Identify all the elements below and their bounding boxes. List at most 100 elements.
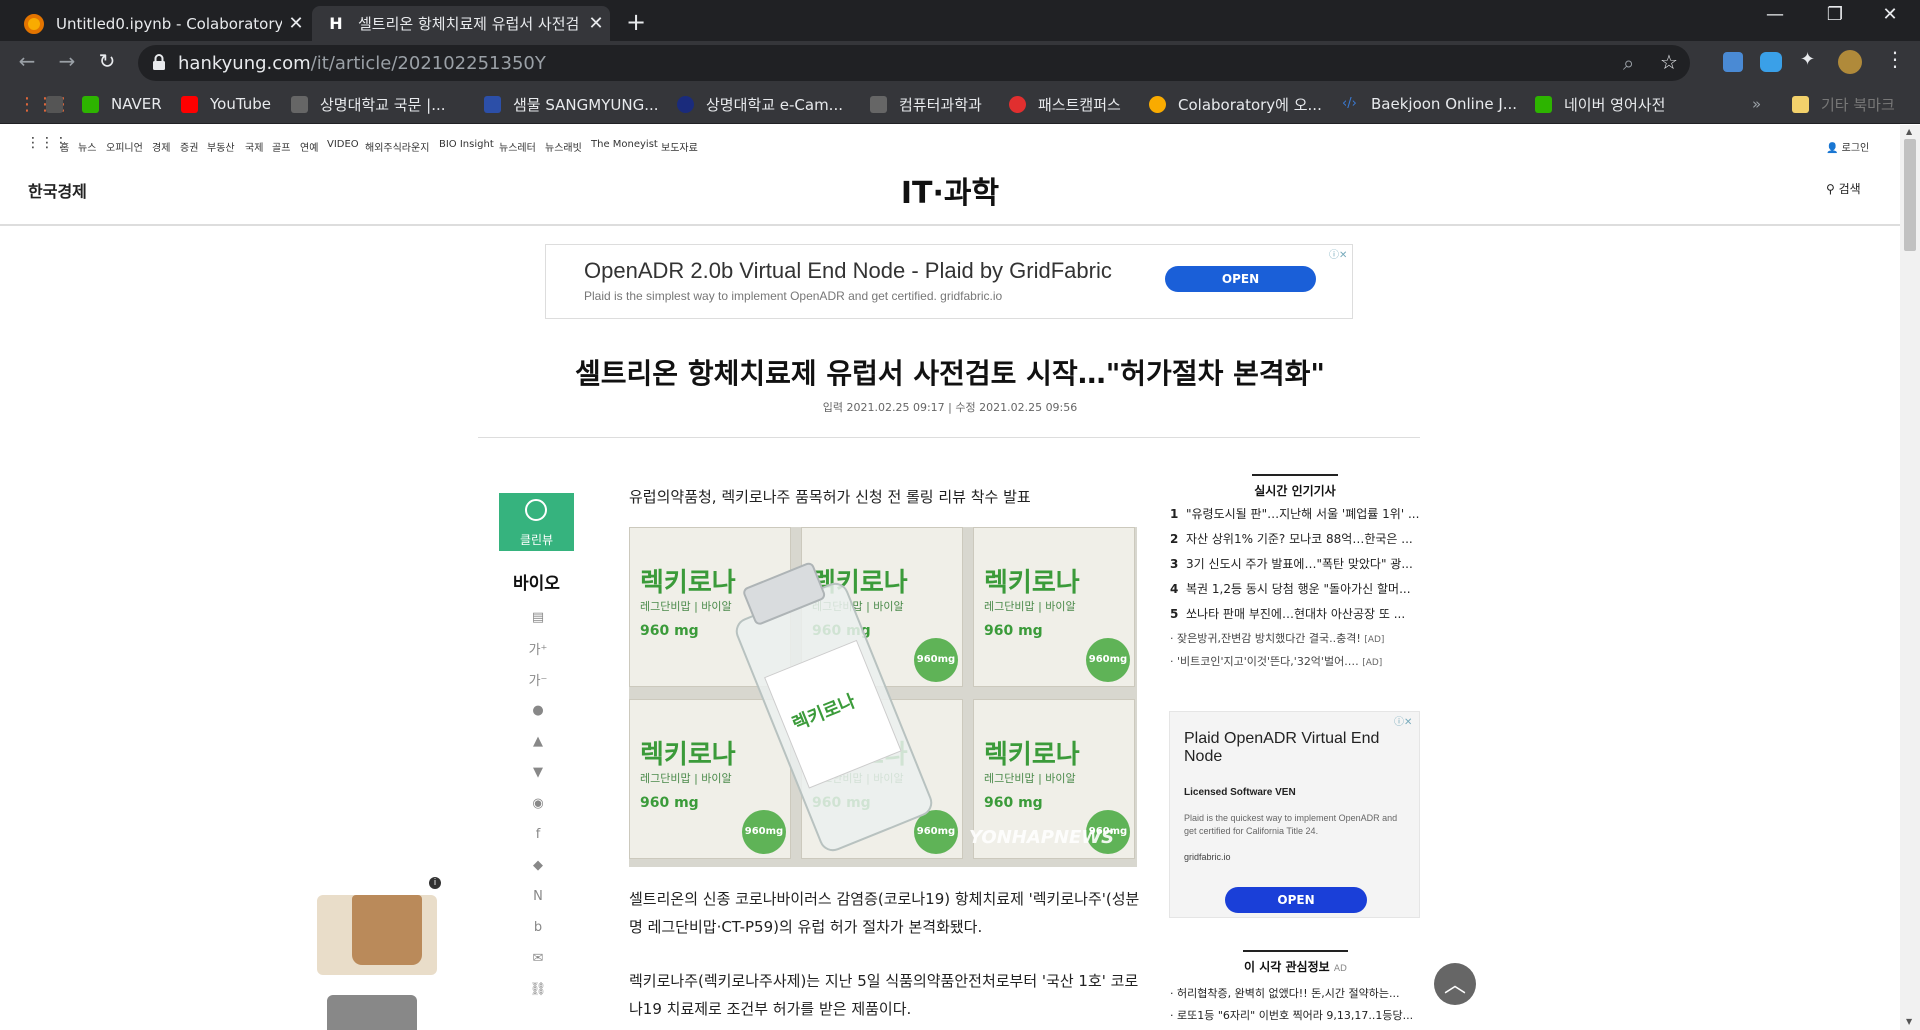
scroll-to-top-button[interactable]: ︿ — [1434, 963, 1476, 1005]
lock-icon — [153, 54, 165, 70]
url-host: hankyung.com — [178, 52, 311, 74]
font-up-icon[interactable]: 가⁺ — [527, 639, 549, 658]
link-icon[interactable]: ⛓ — [527, 980, 549, 998]
article-dates: 입력 2021.02.25 09:17 | 수정 2021.02.25 09:5… — [822, 401, 1078, 414]
scroll-down-arrow-icon[interactable]: ▼ — [1906, 1017, 1912, 1026]
popular-ad-link[interactable]: · 잦은방귀,잔변감 방치했다간 결국..충격! [AD] — [1170, 630, 1420, 646]
interest-item[interactable]: · 로또1등 "6자리" 이번호 찍어라 9,13,17..1등당... — [1170, 1007, 1420, 1023]
chevron-up-icon: ︿ — [1443, 973, 1466, 998]
bookmark-baekjoon[interactable]: ‹/› Baekjoon Online J... — [1342, 94, 1517, 114]
twitter-icon[interactable]: ◆ — [527, 856, 549, 874]
gnb-item[interactable]: 홈 — [60, 139, 69, 154]
close-tab-icon[interactable]: ✕ — [582, 13, 610, 34]
gnb-item[interactable]: 뉴스 — [78, 139, 96, 154]
profile-avatar[interactable] — [1838, 50, 1862, 74]
comment-icon[interactable]: ● — [527, 701, 549, 719]
ad-info-icon[interactable]: i — [429, 877, 441, 889]
menu-kebab-icon[interactable]: ⋮ — [1885, 47, 1905, 71]
naver-blog-icon[interactable]: N — [527, 887, 549, 905]
side-product-ad[interactable]: i — [307, 875, 442, 1030]
article-subtitle: 유럽의약품청, 렉키로나주 품목허가 신청 전 롤링 리뷰 착수 발표 — [629, 488, 1031, 506]
back-icon[interactable]: ← — [12, 49, 42, 73]
kakao-talk-icon[interactable]: ◉ — [527, 794, 549, 812]
naver-dict-icon — [1535, 95, 1552, 113]
bookmark-ecampus[interactable]: 상명대학교 e-Cam... — [677, 94, 843, 114]
new-tab-button[interactable]: + — [622, 8, 650, 36]
bookmark-fastcampus[interactable]: 패스트캠퍼스 — [1009, 94, 1121, 114]
colab-icon — [1149, 95, 1166, 113]
gnb-item[interactable]: BIO Insight — [439, 139, 494, 150]
like-icon[interactable]: ▲ — [527, 732, 549, 750]
gnb-item[interactable]: 오피니언 — [106, 139, 143, 154]
extension-icon[interactable] — [1723, 52, 1743, 72]
extensions-puzzle-icon[interactable]: ✦ — [1800, 49, 1815, 70]
other-bookmarks[interactable]: 기타 북마크 — [1792, 94, 1895, 114]
page-scrollbar[interactable]: ▲ ▼ — [1900, 125, 1920, 1030]
top-banner-ad[interactable]: OpenADR 2.0b Virtual End Node - Plaid by… — [545, 244, 1353, 319]
restore-button[interactable]: ❐ — [1805, 4, 1865, 25]
gnb-item[interactable]: 뉴스래빗 — [545, 139, 582, 154]
facebook-icon[interactable]: f — [527, 825, 549, 843]
cloud-extension-icon[interactable] — [1760, 52, 1782, 72]
tab-title: Untitled0.ipynb - Colaboratory — [56, 14, 282, 33]
bookmark-naver-dict[interactable]: 네이버 영어사전 — [1535, 94, 1665, 114]
gnb-item[interactable]: 해외주식라운지 — [365, 139, 429, 154]
reload-icon[interactable]: ↻ — [92, 49, 122, 73]
gnb-item[interactable]: The Moneyist — [591, 139, 658, 150]
gnb-item[interactable]: 보도자료 — [661, 139, 698, 154]
adchoices-icon[interactable]: ⓘ✕ — [1329, 246, 1347, 261]
popular-item[interactable]: 5 쏘나타 판매 부진에…현대차 아산공장 또 ... — [1170, 605, 1420, 622]
gnb-item[interactable]: 부동산 — [207, 139, 235, 154]
gnb-item[interactable]: 국제 — [245, 139, 263, 154]
bookmark-star-icon[interactable]: ☆ — [1660, 50, 1678, 74]
side-banner-ad[interactable]: ⓘ✕ Plaid OpenADR Virtual End Node Licens… — [1169, 711, 1420, 918]
bookmark-youtube[interactable]: YouTube — [181, 94, 271, 114]
popular-item[interactable]: 2 자산 상위1% 기준? 모나코 88억…한국은 ... — [1170, 530, 1420, 547]
bookmark-sangmyung[interactable]: 샘물 SANGMYUNG... — [484, 94, 659, 114]
popular-item[interactable]: 3 3기 신도시 주가 발표에…"폭탄 맞았다" 광... — [1170, 555, 1420, 572]
bookmark-colab[interactable]: Colaboratory에 오... — [1149, 94, 1322, 114]
minimize-button[interactable]: — — [1745, 4, 1805, 25]
bookmark-naver[interactable]: NAVER — [82, 94, 162, 114]
article-photo[interactable]: 렉키로나 레그단비맙 | 바이알 960 mg 렉키로나 레그단비맙 | 바이알 960… — [629, 527, 1137, 867]
gnb-item[interactable]: 골프 — [272, 139, 290, 154]
interest-item[interactable]: · 허리협착증, 완벽히 없앴다!! 돈,시간 절약하는... — [1170, 985, 1420, 1001]
close-window-button[interactable]: ✕ — [1860, 4, 1920, 25]
popular-title: 실시간 인기기사 — [1252, 474, 1338, 499]
close-tab-icon[interactable]: ✕ — [282, 13, 310, 34]
gnb-item[interactable]: 경제 — [152, 139, 170, 154]
gnb-item[interactable]: 증권 — [180, 139, 198, 154]
forward-icon[interactable]: → — [52, 49, 82, 73]
band-icon[interactable]: b — [527, 918, 549, 936]
dislike-icon[interactable]: ▼ — [527, 763, 549, 781]
tab-colab[interactable]: Untitled0.ipynb - Colaboratory ✕ — [10, 6, 310, 41]
print-icon[interactable]: ▤ — [527, 608, 549, 626]
section-title[interactable]: IT·과학 — [0, 168, 1900, 212]
scroll-up-arrow-icon[interactable]: ▲ — [1906, 127, 1912, 136]
gnb-item[interactable]: 연예 — [300, 139, 318, 154]
clean-view-button[interactable]: 클린뷰 — [499, 493, 574, 551]
ad-title: OpenADR 2.0b Virtual End Node - Plaid by… — [584, 258, 1112, 283]
adchoices-icon[interactable]: ⓘ✕ — [1394, 713, 1412, 728]
ad-open-button[interactable]: OPEN — [1225, 887, 1367, 913]
popular-item[interactable]: 1 "유령도시될 판"…지난해 서울 '폐업률 1위' ... — [1170, 505, 1420, 522]
login-link[interactable]: 👤 로그인 — [1826, 139, 1869, 154]
gnb-item[interactable]: VIDEO — [327, 139, 359, 150]
bookmark-cs[interactable]: 컴퓨터과학과 — [870, 94, 982, 114]
email-icon[interactable]: ✉ — [527, 949, 549, 967]
font-down-icon[interactable]: 가⁻ — [527, 670, 549, 689]
popular-item[interactable]: 4 복권 1,2등 동시 당첨 행운 "돌아가신 할머... — [1170, 580, 1420, 597]
product-box: 렉키로나레그단비맙 | 바이알960 mg960mg — [973, 527, 1135, 687]
search-button[interactable]: ⚲ 검색 — [1826, 180, 1861, 197]
popular-ad-link[interactable]: · '비트코인'지고'이것'뜬다,'32억'벌어.… [AD] — [1170, 653, 1420, 669]
gnb-item[interactable]: 뉴스레터 — [499, 139, 536, 154]
article-category[interactable]: 바이오 — [499, 569, 574, 594]
bookmarks-overflow-icon[interactable]: » — [1752, 94, 1761, 114]
bookmark-blank-icon[interactable] — [46, 94, 75, 114]
address-bar[interactable]: hankyung.com/it/article/202102251350Y ⌕ … — [138, 45, 1690, 81]
bookmark-smu-kr[interactable]: 상명대학교 국문 |... — [291, 94, 446, 114]
zoom-icon[interactable]: ⌕ — [1623, 51, 1634, 75]
tab-hankyung[interactable]: H 셀트리온 항체치료제 유럽서 사전검 ✕ — [312, 6, 610, 41]
ad-open-button[interactable]: OPEN — [1165, 266, 1316, 292]
scrollbar-thumb[interactable] — [1904, 139, 1916, 251]
